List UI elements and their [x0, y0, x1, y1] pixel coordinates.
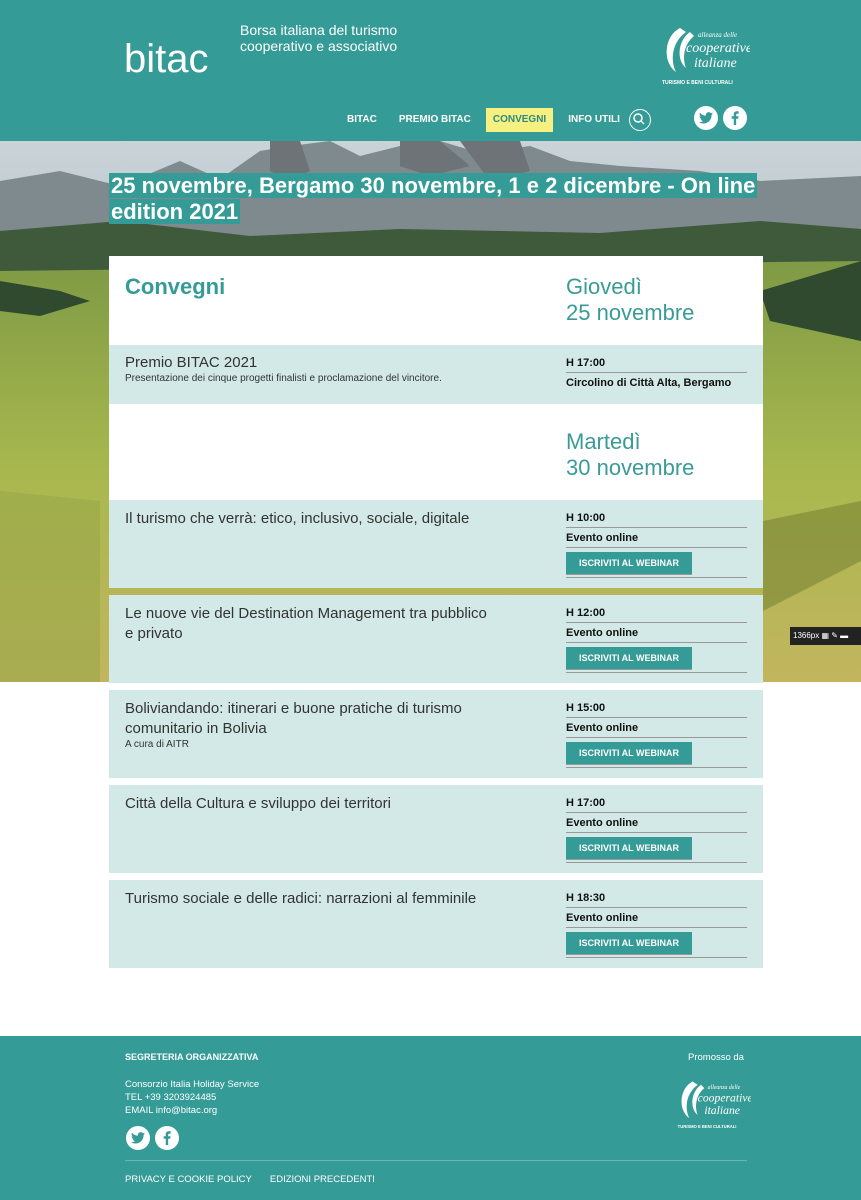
viewport-width-badge[interactable]: 1366px ▦ ✎ ▬ — [790, 627, 861, 645]
event-place: Circolino di Città Alta, Bergamo — [566, 377, 732, 389]
svg-text:italiane: italiane — [704, 1104, 740, 1117]
event-time: H 15:00 — [566, 698, 747, 718]
day-label: Giovedì 25 novembre — [566, 274, 695, 325]
facebook-icon[interactable] — [723, 106, 747, 130]
footer-email[interactable]: EMAIL info@bitac.org — [125, 1104, 259, 1117]
main-nav: BITAC PREMIO BITAC CONVEGNI INFO UTILI — [340, 108, 635, 132]
event-subtitle: Presentazione dei cinque progetti finali… — [125, 373, 442, 384]
section-heading: Convegni — [125, 274, 226, 299]
event-time: H 17:00 — [566, 353, 747, 373]
svg-text:bitac: bitac — [124, 37, 209, 80]
event-row: Turismo sociale e delle radici: narrazio… — [109, 880, 763, 968]
svg-text:alleanza delle: alleanza delle — [698, 31, 737, 39]
previous-editions-link[interactable]: EDIZIONI PRECEDENTI — [270, 1174, 375, 1185]
event-title: Turismo sociale e delle radici: narrazio… — [125, 890, 477, 907]
footer-tel[interactable]: TEL +39 3203924485 — [125, 1091, 259, 1104]
alleanza-cooperative-logo[interactable]: alleanza delle cooperative italiane TURI… — [660, 22, 750, 88]
conference-schedule: Convegni Giovedì 25 novembre Premio BITA… — [109, 256, 763, 968]
site-footer: SEGRETERIA ORGANIZZATIVA Consorzio Itali… — [0, 1036, 861, 1200]
page-title: 25 novembre, Bergamo 30 novembre, 1 e 2 … — [109, 173, 758, 224]
event-row: Il turismo che verrà: etico, inclusivo, … — [109, 500, 763, 588]
day-header-thursday: Convegni Giovedì 25 novembre — [109, 256, 763, 345]
event-row: Premio BITAC 2021 Presentazione dei cinq… — [109, 345, 763, 404]
event-place: Evento online — [566, 718, 747, 738]
svg-text:cooperative: cooperative — [698, 1092, 751, 1105]
register-webinar-button[interactable]: ISCRIVITI AL WEBINAR — [566, 742, 692, 765]
search-icon[interactable] — [629, 109, 651, 131]
footer-heading: SEGRETERIA ORGANIZZATIVA — [125, 1052, 259, 1062]
event-title: Boliviandando: itinerari e buone pratich… — [125, 700, 462, 737]
event-place: Evento online — [566, 813, 747, 833]
twitter-icon[interactable] — [126, 1126, 150, 1150]
nav-premio-bitac[interactable]: PREMIO BITAC — [392, 108, 478, 132]
event-title: Le nuove vie del Destination Management … — [125, 605, 487, 642]
footer-links: PRIVACY E COOKIE POLICY EDIZIONI PRECEDE… — [125, 1174, 375, 1185]
event-title: Premio BITAC 2021 — [125, 354, 258, 371]
event-place: Evento online — [566, 623, 747, 643]
event-title: Il turismo che verrà: etico, inclusivo, … — [125, 510, 470, 527]
footer-org: Consorzio Italia Holiday Service — [125, 1079, 260, 1090]
event-row: Città della Cultura e sviluppo dei terri… — [109, 785, 763, 873]
event-time: H 12:00 — [566, 603, 747, 623]
register-webinar-button[interactable]: ISCRIVITI AL WEBINAR — [566, 837, 692, 860]
event-time: H 18:30 — [566, 888, 747, 908]
svg-text:cooperative: cooperative — [686, 41, 750, 56]
twitter-icon[interactable] — [694, 106, 718, 130]
nav-convegni[interactable]: CONVEGNI — [485, 108, 554, 132]
footer-contacts: Consorzio Italia Holiday Service TEL +39… — [125, 1078, 259, 1117]
site-tagline: Borsa italiana del turismo cooperativo e… — [240, 22, 398, 54]
event-title: Città della Cultura e sviluppo dei terri… — [125, 795, 391, 812]
svg-text:alleanza delle: alleanza delle — [708, 1085, 741, 1091]
svg-text:TURISMO E BENI CULTURALI: TURISMO E BENI CULTURALI — [678, 1124, 737, 1129]
event-time: H 17:00 — [566, 793, 747, 813]
facebook-icon[interactable] — [155, 1126, 179, 1150]
register-webinar-button[interactable]: ISCRIVITI AL WEBINAR — [566, 647, 692, 670]
privacy-policy-link[interactable]: PRIVACY E COOKIE POLICY — [125, 1174, 252, 1185]
register-webinar-button[interactable]: ISCRIVITI AL WEBINAR — [566, 552, 692, 575]
register-webinar-button[interactable]: ISCRIVITI AL WEBINAR — [566, 932, 692, 955]
footer-divider — [125, 1160, 747, 1161]
day-label: Martedì 30 novembre — [566, 429, 695, 480]
alleanza-cooperative-logo[interactable]: alleanza delle cooperative italiane TURI… — [676, 1076, 751, 1132]
event-place: Evento online — [566, 908, 747, 928]
promoted-by-label: Promosso da — [688, 1052, 744, 1063]
svg-text:italiane: italiane — [694, 56, 737, 71]
event-place: Evento online — [566, 528, 747, 548]
nav-info-utili[interactable]: INFO UTILI — [561, 108, 627, 132]
event-row: Le nuove vie del Destination Management … — [109, 595, 763, 683]
site-header: bitac Borsa italiana del turismo coopera… — [0, 0, 861, 141]
bitac-logo[interactable]: bitac — [124, 20, 224, 80]
event-subtitle: A cura di AITR — [125, 739, 189, 750]
day-header-tuesday: Martedì 30 novembre — [109, 404, 763, 500]
event-row: Boliviandando: itinerari e buone pratich… — [109, 690, 763, 778]
svg-text:TURISMO E BENI CULTURALI: TURISMO E BENI CULTURALI — [662, 80, 733, 86]
nav-bitac[interactable]: BITAC — [340, 108, 384, 132]
event-time: H 10:00 — [566, 508, 747, 528]
